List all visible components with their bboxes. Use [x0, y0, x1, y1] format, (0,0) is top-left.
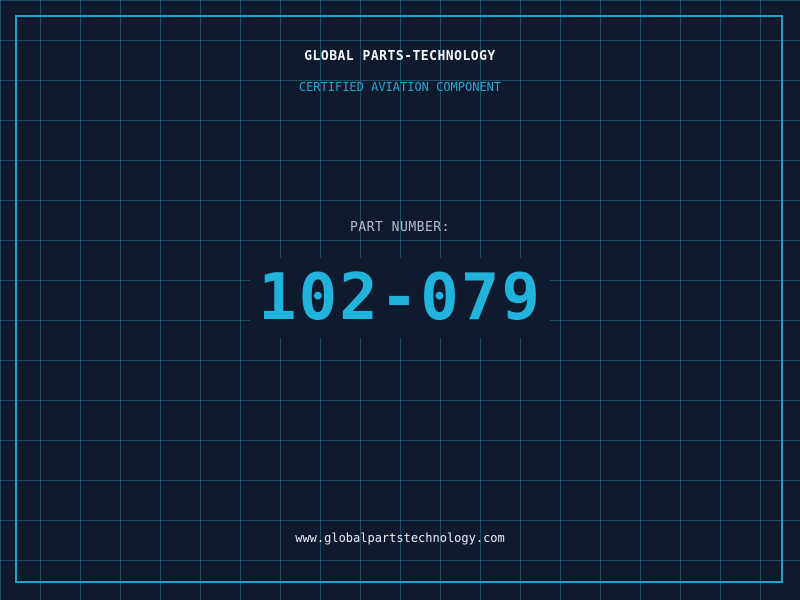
- certification-tagline: CERTIFIED AVIATION COMPONENT: [298, 80, 502, 94]
- company-name: GLOBAL PARTS-TECHNOLOGY: [304, 49, 496, 64]
- part-number-container: 102-079: [0, 258, 800, 338]
- website-link[interactable]: www.globalpartstechnology.com: [0, 531, 800, 545]
- part-label-card: GLOBAL PARTS-TECHNOLOGY CERTIFIED AVIATI…: [0, 0, 800, 600]
- part-number-value: 102-079: [250, 258, 550, 338]
- part-number-label: PART NUMBER:: [350, 220, 450, 235]
